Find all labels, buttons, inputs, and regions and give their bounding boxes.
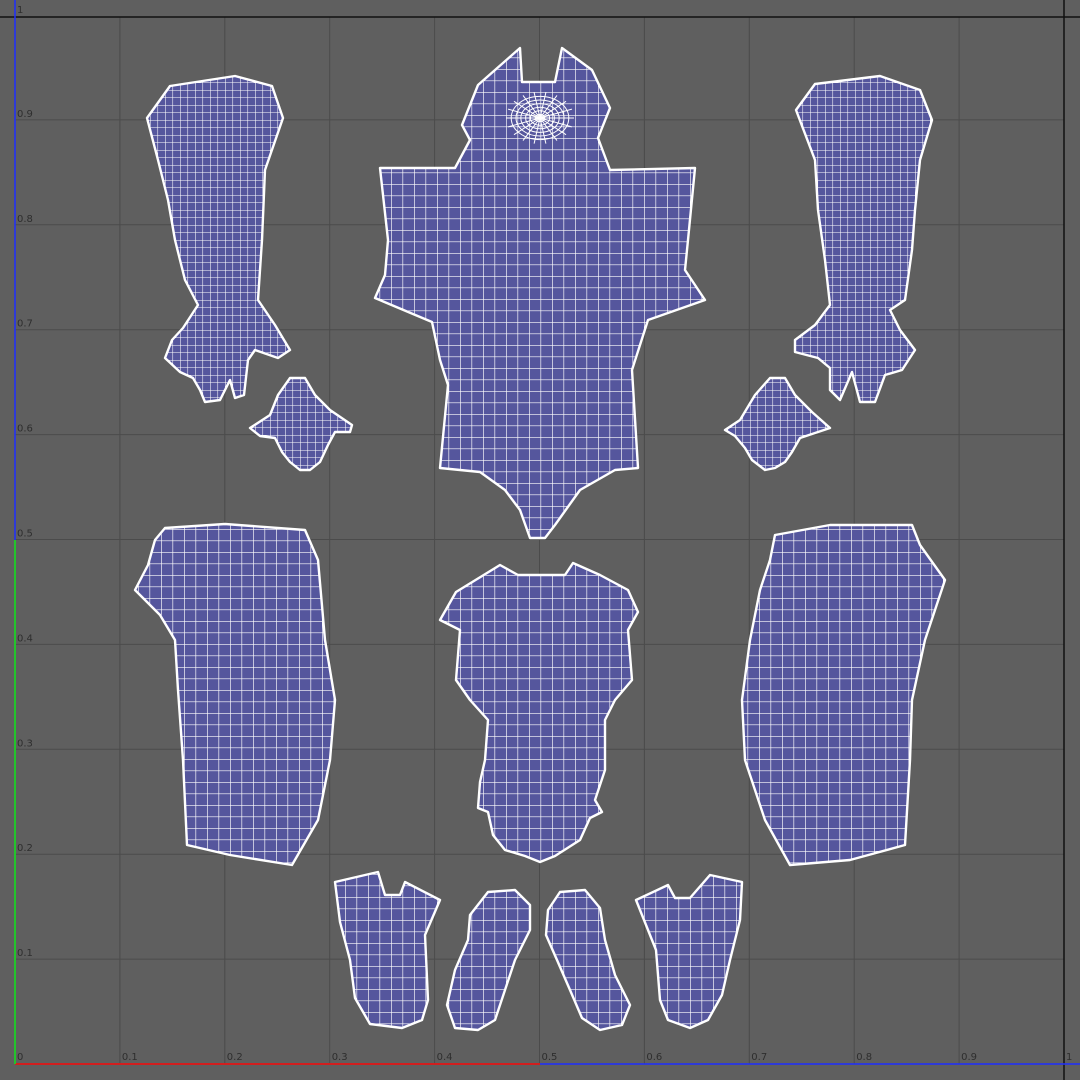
u-tick-labels: 0 0.1 0.2 0.3 0.4 0.5 0.6 0.7 0.8 0.9 1 [17, 1052, 1072, 1063]
u-tick-label: 0.9 [961, 1052, 977, 1063]
v-tick-label: 1 [17, 5, 23, 16]
uv-canvas[interactable]: 0 0.1 0.2 0.3 0.4 0.5 0.6 0.7 0.8 0.9 1 0.10.20.30… [0, 0, 1080, 1080]
v-tick-label: 0.4 [17, 633, 33, 644]
left-hand-shell[interactable] [248, 376, 354, 472]
left-hand-shell-wireframe [250, 378, 352, 470]
v-tick-label: 0.7 [17, 319, 33, 330]
left-foot-top-shell[interactable] [333, 870, 442, 1030]
v-tick-labels: 0.1 0.2 0.3 0.4 0.5 0.6 0.7 0.8 0.9 1 [17, 5, 33, 959]
right-hand-shell-wireframe [725, 378, 830, 470]
left-forearm-shell-wireframe [147, 76, 290, 402]
u-tick-label: 0.1 [122, 1052, 138, 1063]
u-tick-label: 0.4 [437, 1052, 453, 1063]
u-tick-label: 0.8 [856, 1052, 872, 1063]
v-tick-label: 0.2 [17, 843, 33, 854]
right-sole-shell-wireframe [546, 890, 630, 1030]
uv-editor-viewport[interactable]: 0 0.1 0.2 0.3 0.4 0.5 0.6 0.7 0.8 0.9 1 0.1 0.2 0.3 0… [0, 0, 1080, 1080]
v-tick-label: 0.6 [17, 424, 33, 435]
v-tick-label: 0.1 [17, 948, 33, 959]
right-leg-shell-wireframe [742, 525, 945, 865]
right-hand-shell[interactable] [723, 376, 832, 472]
u-tick-label: 0.2 [227, 1052, 243, 1063]
u-tick-label: 0.7 [751, 1052, 767, 1063]
left-forearm-shell[interactable] [145, 74, 292, 404]
u-tick-label: 0.3 [332, 1052, 348, 1063]
v-tick-label: 0.8 [17, 214, 33, 225]
u-tick-label: 0 [17, 1052, 23, 1063]
left-sole-shell[interactable] [445, 888, 532, 1032]
chest-shell[interactable] [438, 561, 640, 864]
u-tick-label: 0.6 [646, 1052, 662, 1063]
left-leg-shell[interactable] [133, 522, 337, 867]
u-tick-label: 0.5 [542, 1052, 558, 1063]
v-tick-label: 0.5 [17, 529, 33, 540]
v-tick-label: 0.3 [17, 738, 33, 749]
u-tick-label: 1 [1066, 1052, 1072, 1063]
left-leg-shell-wireframe [135, 524, 335, 865]
right-forearm-shell[interactable] [793, 74, 934, 404]
v-tick-label: 0.9 [17, 109, 33, 120]
right-foot-top-shell[interactable] [634, 873, 744, 1030]
right-leg-shell[interactable] [740, 523, 947, 867]
right-forearm-shell-wireframe [795, 76, 932, 402]
right-sole-shell[interactable] [544, 888, 632, 1032]
